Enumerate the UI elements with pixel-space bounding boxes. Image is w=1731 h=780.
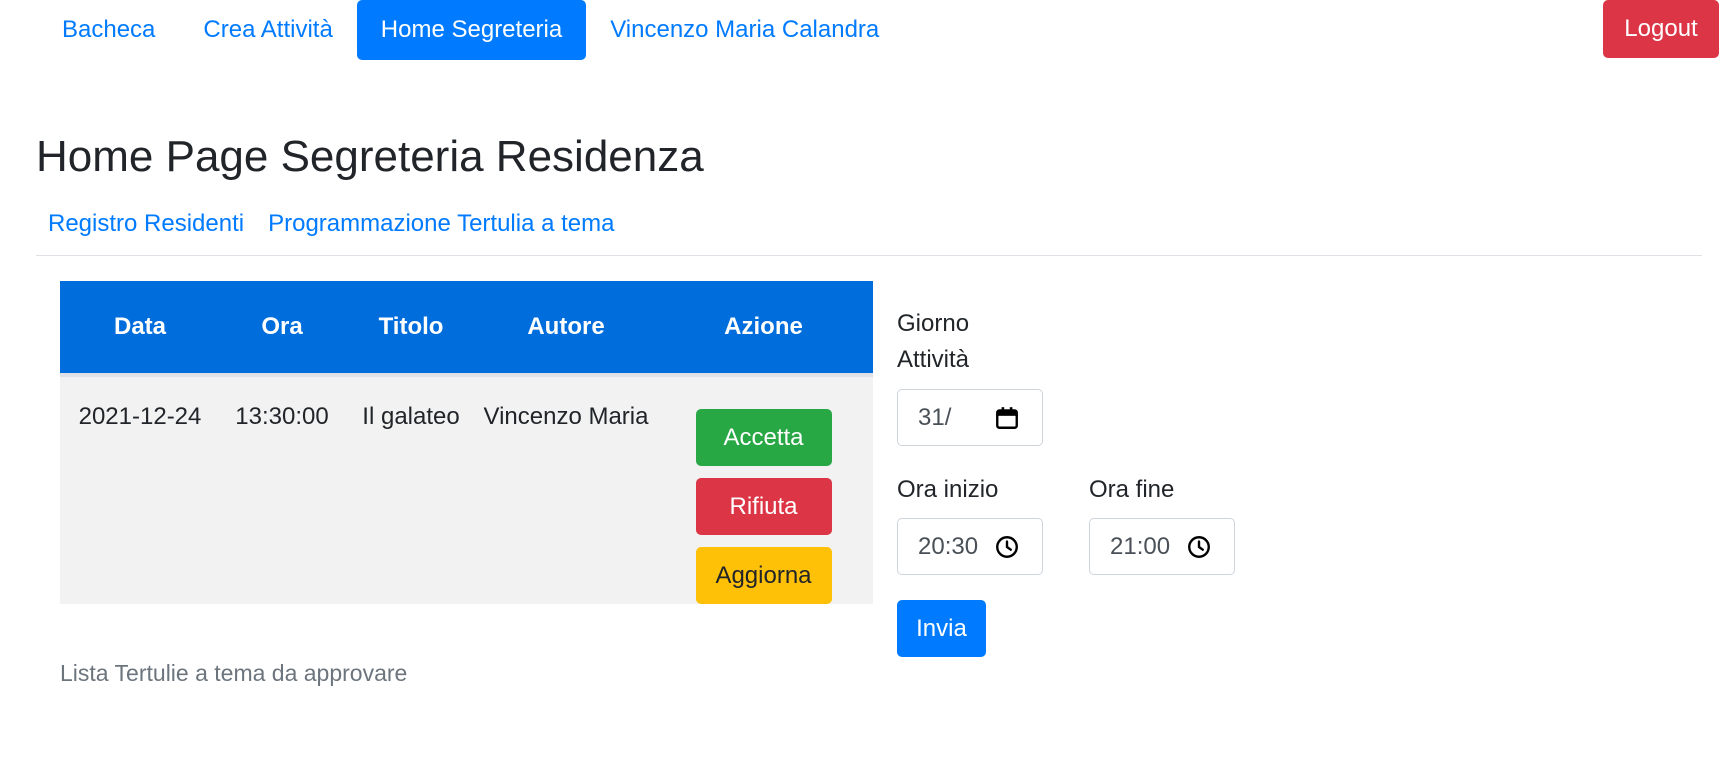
row-actions: Accetta Rifiuta Aggiorna <box>654 403 873 604</box>
table-row: 2021-12-24 13:30:00 Il galateo Vincenzo … <box>60 375 873 604</box>
reject-button[interactable]: Rifiuta <box>695 478 832 535</box>
logout-button[interactable]: Logout <box>1603 0 1719 58</box>
day-label-line1: Giorno <box>897 310 970 337</box>
day-date-value: 31/ <box>918 403 952 431</box>
tertulie-table: Data Ora Titolo Autore Azione 2021-12-24… <box>60 281 873 604</box>
cell-autore: Vincenzo Maria <box>478 375 654 604</box>
nav-link-home-segreteria[interactable]: Home Segreteria <box>356 0 587 60</box>
accept-button[interactable]: Accetta <box>695 409 832 466</box>
end-time-label: Ora fine <box>1089 476 1175 503</box>
table-header-row: Data Ora Titolo Autore Azione <box>60 281 873 377</box>
clock-icon[interactable] <box>994 534 1020 560</box>
calendar-icon[interactable] <box>994 405 1020 431</box>
clock-icon[interactable] <box>1186 534 1212 560</box>
end-time-input[interactable]: 21:00 <box>1089 518 1235 575</box>
tertulie-table-container: Data Ora Titolo Autore Azione 2021-12-24… <box>60 281 873 604</box>
update-button[interactable]: Aggiorna <box>695 547 832 604</box>
start-time-input[interactable]: 20:30 <box>897 518 1043 575</box>
top-navbar: Bacheca Crea Attività Home Segreteria Vi… <box>38 0 903 60</box>
nav-link-user-profile[interactable]: Vincenzo Maria Calandra <box>586 0 903 60</box>
table-caption: Lista Tertulie a tema da approvare <box>60 660 408 686</box>
divider <box>36 255 1702 256</box>
column-header-ora: Ora <box>220 281 344 377</box>
subnav-link-programmazione-tertulia[interactable]: Programmazione Tertulia a tema <box>256 210 626 238</box>
page-title: Home Page Segreteria Residenza <box>36 132 704 181</box>
nav-link-bacheca[interactable]: Bacheca <box>38 0 179 60</box>
cell-titolo: Il galateo <box>344 375 478 604</box>
column-header-data: Data <box>60 281 220 377</box>
start-time-label: Ora inizio <box>897 476 999 503</box>
sub-navigation: Registro Residenti Programmazione Tertul… <box>36 210 626 238</box>
column-header-autore: Autore <box>478 281 654 377</box>
day-date-input[interactable]: 31/ <box>897 389 1043 446</box>
day-label-line2: Attività <box>897 346 970 373</box>
cell-ora: 13:30:00 <box>220 375 344 604</box>
nav-link-crea-attivita[interactable]: Crea Attività <box>179 0 356 60</box>
cell-data: 2021-12-24 <box>60 375 220 604</box>
subnav-link-registro-residenti[interactable]: Registro Residenti <box>36 210 256 238</box>
column-header-azione: Azione <box>654 281 873 377</box>
end-time-value: 21:00 <box>1110 532 1171 560</box>
submit-button[interactable]: Invia <box>897 600 986 657</box>
column-header-titolo: Titolo <box>344 281 478 377</box>
cell-azione: Accetta Rifiuta Aggiorna <box>654 375 873 604</box>
start-time-value: 20:30 <box>918 532 979 560</box>
